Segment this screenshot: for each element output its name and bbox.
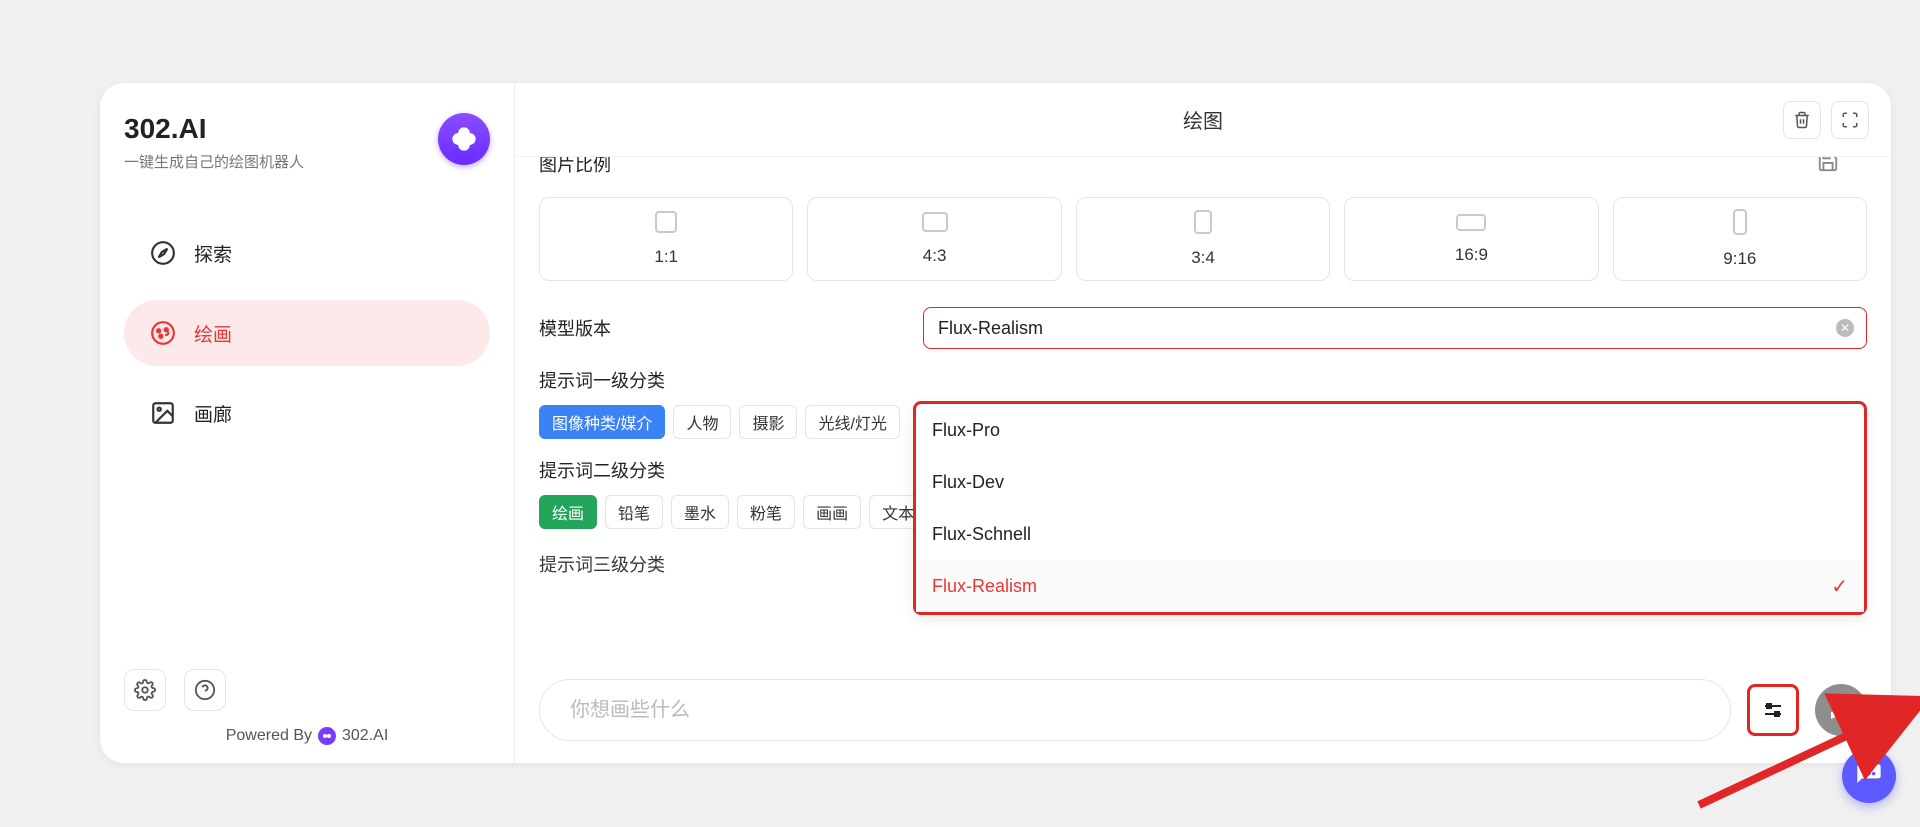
model-dropdown: Flux-Pro Flux-Dev Flux-Schnell Flux-Real…	[913, 401, 1867, 615]
sidebar: 302.AI 一键生成自己的绘图机器人 探索 绘画 画廊	[100, 83, 515, 763]
fullscreen-button[interactable]	[1831, 101, 1869, 139]
dropdown-item-flux-schnell[interactable]: Flux-Schnell	[916, 508, 1864, 560]
chip-pencil[interactable]: 铅笔	[605, 495, 663, 529]
sliders-icon	[1761, 698, 1785, 722]
gear-icon	[134, 679, 156, 701]
clear-select-button[interactable]: ✕	[1836, 319, 1854, 337]
ratio-shape-icon	[922, 212, 948, 232]
composer-settings-button[interactable]	[1747, 684, 1799, 736]
chip-drawing[interactable]: 画画	[803, 495, 861, 529]
ratio-shape-icon	[1456, 214, 1486, 231]
send-button[interactable]	[1815, 684, 1867, 736]
delete-button[interactable]	[1783, 101, 1821, 139]
send-icon	[1829, 698, 1853, 722]
chip-image-type[interactable]: 图像种类/媒介	[539, 405, 665, 439]
app-window: 302.AI 一键生成自己的绘图机器人 探索 绘画 画廊	[100, 83, 1891, 763]
model-version-value: Flux-Realism	[938, 318, 1043, 339]
check-icon: ✓	[1831, 574, 1848, 599]
powered-by: Powered By 302.AI	[226, 727, 389, 745]
ratio-4-3[interactable]: 4:3	[807, 197, 1061, 281]
dropdown-item-flux-pro[interactable]: Flux-Pro	[916, 404, 1864, 456]
aspect-ratio-row: 1:1 4:3 3:4 16:9 9:16	[539, 197, 1867, 281]
ratio-shape-icon	[1194, 210, 1212, 234]
brand-row: 302.AI 一键生成自己的绘图机器人	[124, 113, 490, 172]
scroll-area[interactable]: 图片比例 1:1 4:3 3:4 16:9 9:16 模型版本 Flux-Rea…	[515, 157, 1891, 763]
help-button[interactable]	[184, 669, 226, 711]
chip-photography[interactable]: 摄影	[739, 405, 797, 439]
nav-item-draw[interactable]: 绘画	[124, 300, 490, 366]
ratio-shape-icon	[655, 211, 677, 233]
ratio-shape-icon	[1733, 209, 1747, 235]
page-title: 绘图	[1183, 105, 1223, 134]
nav: 探索 绘画 画廊	[124, 220, 490, 446]
chip-ink[interactable]: 墨水	[671, 495, 729, 529]
save-button[interactable]	[1817, 157, 1839, 178]
prompt-input-wrapper	[539, 679, 1731, 741]
nav-item-label: 探索	[194, 240, 232, 267]
close-icon: ✕	[1840, 321, 1850, 335]
ratio-3-4[interactable]: 3:4	[1076, 197, 1330, 281]
nav-item-label: 绘画	[194, 320, 232, 347]
chip-person[interactable]: 人物	[673, 405, 731, 439]
model-version-label: 模型版本	[539, 315, 899, 341]
main-header: 绘图	[515, 83, 1891, 157]
chip-lighting[interactable]: 光线/灯光	[805, 405, 899, 439]
settings-gear-button[interactable]	[124, 669, 166, 711]
aspect-ratio-label: 图片比例	[539, 157, 1867, 177]
save-icon	[1817, 157, 1839, 173]
chat-fab[interactable]	[1842, 749, 1896, 803]
ratio-1-1[interactable]: 1:1	[539, 197, 793, 281]
brand-logo-icon	[438, 113, 490, 165]
expand-icon	[1841, 111, 1859, 129]
composer	[539, 679, 1867, 741]
ratio-9-16[interactable]: 9:16	[1613, 197, 1867, 281]
dropdown-item-flux-realism[interactable]: Flux-Realism✓	[916, 560, 1864, 612]
nav-item-gallery[interactable]: 画廊	[124, 380, 490, 446]
chip-painting[interactable]: 绘画	[539, 495, 597, 529]
category-1-label: 提示词一级分类	[539, 367, 1867, 393]
nav-item-label: 画廊	[194, 400, 232, 427]
chip-chalk[interactable]: 粉笔	[737, 495, 795, 529]
trash-icon	[1793, 111, 1811, 129]
brand-subtitle: 一键生成自己的绘图机器人	[124, 151, 304, 172]
powered-logo-icon	[318, 727, 336, 745]
help-icon	[194, 679, 216, 701]
nav-item-explore[interactable]: 探索	[124, 220, 490, 286]
prompt-input[interactable]	[570, 699, 1700, 722]
chat-icon	[1855, 762, 1883, 790]
brand-title: 302.AI	[124, 113, 304, 145]
sidebar-footer: Powered By 302.AI	[124, 669, 490, 745]
main: 绘图 图片比例 1:1 4:3 3:4 16:9	[515, 83, 1891, 763]
model-version-select[interactable]: Flux-Realism ✕	[923, 307, 1867, 349]
dropdown-item-flux-dev[interactable]: Flux-Dev	[916, 456, 1864, 508]
ratio-16-9[interactable]: 16:9	[1344, 197, 1598, 281]
